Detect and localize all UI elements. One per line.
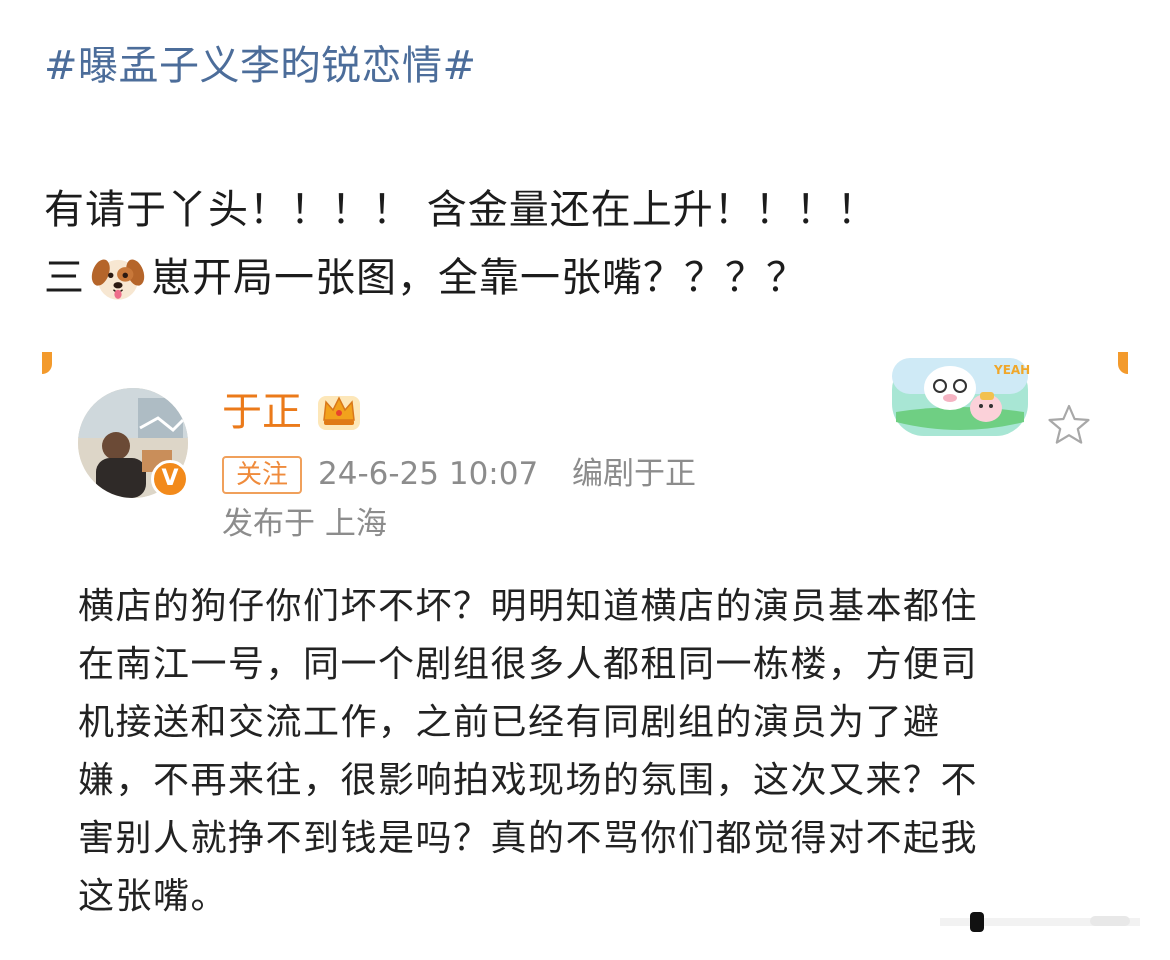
hashtag-topic-link[interactable]: #曝孟子义李昀锐恋情#: [44, 36, 477, 96]
post-text-line-2: 三 崽开局一张图，全靠一张嘴？？？？: [44, 246, 807, 308]
post-text-line-2-prefix: 三: [44, 255, 85, 301]
username-link[interactable]: 于正: [222, 384, 302, 440]
body-line: 嫌，不再来往，很影响拍戏现场的氛围，这次又来？不: [78, 760, 979, 801]
body-line: 在南江一号，同一个剧组很多人都租同一栋楼，方便司: [78, 644, 979, 685]
crown-icon: [318, 396, 360, 430]
image-edge-artifact: [940, 912, 1140, 932]
post-text-line-1: 有请于丫头！！！！ 含金量还在上升！！！！: [44, 187, 878, 233]
post-location: 发布于 上海: [222, 506, 387, 542]
body-line: 横店的狗仔你们坏不坏？明明知道横店的演员基本都住: [78, 586, 979, 627]
sticker-yeah-text: YEAH!: [993, 363, 1030, 377]
star-favorite-icon[interactable]: [1046, 402, 1092, 448]
post-text-line-2-suffix: 崽开局一张图，全靠一张嘴？？？？: [151, 255, 807, 301]
weibo-post-screenshot: #曝孟子义李昀锐恋情# 有请于丫头！！！！ 含金量还在上升！！！！ 三 崽开局一…: [0, 0, 1170, 960]
post-source: 编剧于正: [572, 456, 696, 492]
body-line: 机接送和交流工作，之前已经有同剧组的演员为了避: [78, 702, 941, 743]
follow-button[interactable]: 关注: [222, 456, 302, 494]
dog-face-icon: [91, 259, 145, 300]
verified-badge: V: [151, 460, 189, 498]
body-line: 害别人就挣不到钱是吗？真的不骂你们都觉得对不起我: [78, 818, 979, 859]
cartoon-pig-sticker: YEAH!: [892, 358, 1030, 436]
embedded-post-body: 横店的狗仔你们坏不坏？明明知道横店的演员基本都住 在南江一号，同一个剧组很多人都…: [78, 578, 1098, 926]
post-timestamp: 24-6-25 10:07: [318, 456, 539, 492]
